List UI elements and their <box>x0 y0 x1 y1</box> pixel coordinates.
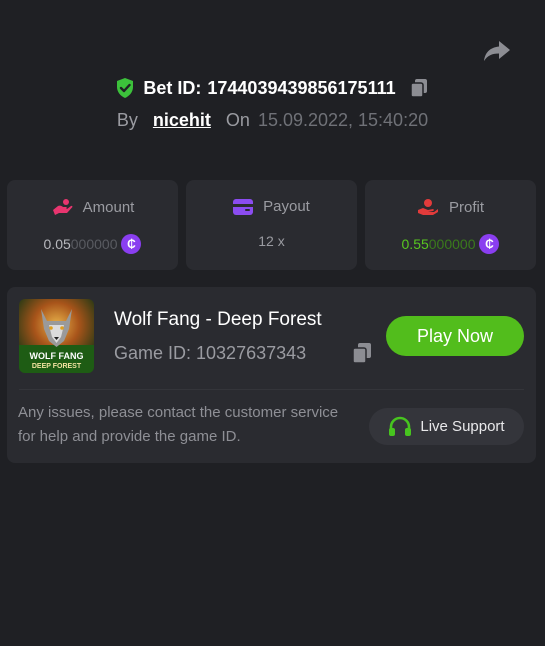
payout-label: Payout <box>263 198 310 215</box>
divider <box>19 389 524 390</box>
bet-stats: Amount 0.05000000 ₵ Payout 12 x Profit 0… <box>7 180 537 270</box>
profit-value: 0.55000000 ₵ <box>402 234 500 254</box>
copy-game-id-icon[interactable] <box>350 341 374 365</box>
bet-id-label: Bet ID: <box>143 77 202 98</box>
username-link[interactable]: nicehit <box>153 110 211 131</box>
amount-value: 0.05000000 ₵ <box>44 234 142 254</box>
by-label: By <box>116 110 138 130</box>
bet-id-row: Bet ID: 1744039439856175111 <box>0 77 545 99</box>
game-id: Game ID: 10327637343 <box>114 343 307 363</box>
on-label: On <box>225 110 250 130</box>
coin-icon: ₵ <box>479 234 500 254</box>
share-button[interactable] <box>482 38 512 64</box>
live-support-button[interactable]: Live Support <box>369 408 524 445</box>
amount-label: Amount <box>82 198 135 216</box>
live-support-label: Live Support <box>420 418 505 435</box>
profit-card: Profit 0.55000000 ₵ <box>365 180 536 270</box>
wallet-icon <box>233 198 254 215</box>
thumb-subtitle: DEEP FOREST <box>32 363 82 370</box>
profit-label: Profit <box>448 198 484 216</box>
payout-value: 12 x <box>258 233 285 249</box>
game-card: WOLF FANG DEEP FOREST Wolf Fang - Deep F… <box>7 287 536 463</box>
amount-icon <box>52 199 73 215</box>
payout-card: Payout 12 x <box>186 180 357 270</box>
copy-bet-id-icon[interactable] <box>408 77 430 99</box>
bet-id-value: 1744039439856175111 <box>207 77 396 98</box>
play-now-button[interactable]: Play Now <box>386 316 524 356</box>
bet-datetime: 15.09.2022, 15:40:20 <box>257 110 429 130</box>
game-title[interactable]: Wolf Fang - Deep Forest <box>114 309 322 331</box>
thumb-title: WOLF FANG <box>30 351 84 361</box>
amount-card: Amount 0.05000000 ₵ <box>7 180 178 270</box>
game-thumbnail[interactable]: WOLF FANG DEEP FOREST <box>19 299 94 373</box>
profit-icon <box>417 199 438 215</box>
share-icon <box>484 41 510 61</box>
coin-icon: ₵ <box>121 234 142 254</box>
author-row: By nicehit On 15.09.2022, 15:40:20 <box>0 110 545 131</box>
headset-icon <box>389 416 412 436</box>
verified-shield-icon <box>117 78 134 98</box>
support-notice: Any issues, please contact the customer … <box>18 404 339 445</box>
